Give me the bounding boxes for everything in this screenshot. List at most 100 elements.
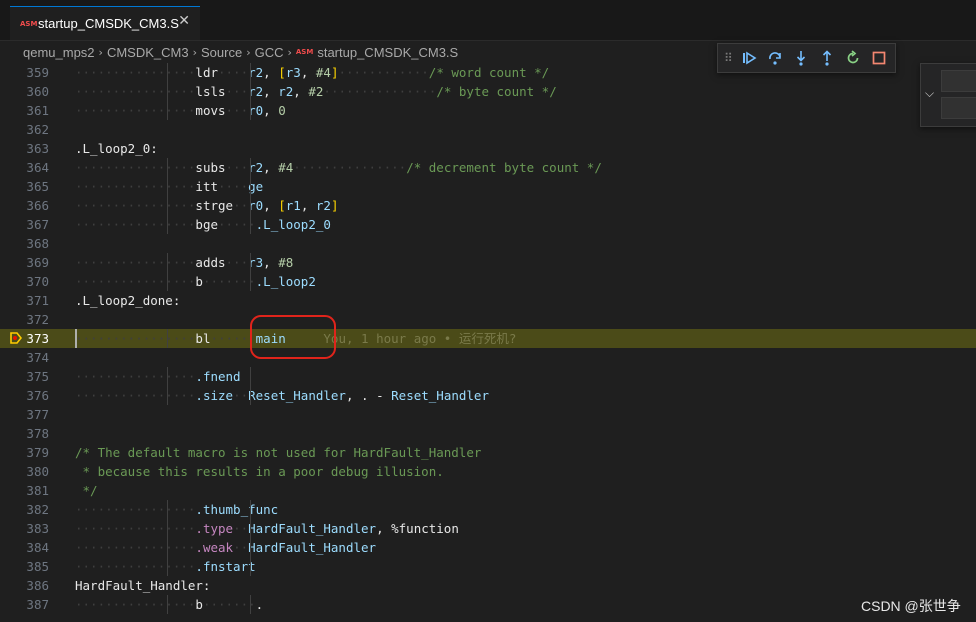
step-over-icon <box>769 52 781 65</box>
code-text: ················.size··Reset_Handler, . … <box>75 388 489 403</box>
code-line[interactable]: 378 <box>0 424 976 443</box>
line-number[interactable]: 376 <box>0 386 49 405</box>
code-text: */ <box>75 483 98 498</box>
code-text: ················lsls···r2, r2, #2·······… <box>75 84 557 99</box>
indent-guide <box>250 386 251 405</box>
restart-button[interactable] <box>840 45 866 71</box>
replace-input[interactable] <box>941 97 976 119</box>
code-line[interactable]: 380 * because this results in a poor deb… <box>0 462 976 481</box>
line-number[interactable]: 381 <box>0 481 49 500</box>
watermark: CSDN @张世争 <box>861 598 961 614</box>
code-text: ················b·······.L_loop2 <box>75 274 316 289</box>
line-number[interactable]: 368 <box>0 234 49 253</box>
drag-grip-icon[interactable]: ⠿ <box>724 51 736 65</box>
line-number[interactable]: 362 <box>0 120 49 139</box>
line-number[interactable]: 366 <box>0 196 49 215</box>
indent-guide <box>250 82 251 101</box>
code-line[interactable]: 369 ················adds···r3, #8 <box>0 253 976 272</box>
code-line[interactable]: 376 ················.size··Reset_Handler,… <box>0 386 976 405</box>
find-input[interactable] <box>941 70 976 92</box>
indent-guide <box>250 158 251 177</box>
close-icon[interactable]: ✕ <box>178 13 190 29</box>
continue-button[interactable] <box>736 45 762 71</box>
line-number[interactable]: 383 <box>0 519 49 538</box>
code-line[interactable]: 365 ················itt····ge <box>0 177 976 196</box>
code-line[interactable]: 382 ················.thumb_func <box>0 500 976 519</box>
code-text: .L_loop2_done: <box>75 293 181 308</box>
code-text: ················b·······. <box>75 597 264 612</box>
find-widget: ⌵ <box>920 63 976 127</box>
code-line[interactable]: 368 <box>0 234 976 253</box>
line-number[interactable]: 360 <box>0 82 49 101</box>
line-number[interactable]: 375 <box>0 367 49 386</box>
line-number[interactable]: 369 <box>0 253 49 272</box>
code-line[interactable]: 362 <box>0 120 976 139</box>
line-number[interactable]: 378 <box>0 424 49 443</box>
line-number[interactable]: 384 <box>0 538 49 557</box>
indent-guide <box>167 253 168 272</box>
line-number[interactable]: 359 <box>0 63 49 82</box>
line-number[interactable]: 386 <box>0 576 49 595</box>
step-over-button[interactable] <box>762 45 788 71</box>
code-text: ················.weak··HardFault_Handler <box>75 540 377 555</box>
code-editor[interactable]: 359 ················ldr····r2, [r3, #4]··… <box>0 63 976 622</box>
debug-toolbar: ⠿ <box>717 43 896 73</box>
code-text: ················adds···r3, #8 <box>75 255 294 270</box>
code-line[interactable]: 370 ················b·······.L_loop2 <box>0 272 976 291</box>
line-number[interactable]: 380 <box>0 462 49 481</box>
code-line[interactable]: 375 ················.fnend <box>0 367 976 386</box>
code-text: HardFault_Handler: <box>75 578 211 593</box>
code-line[interactable]: 381 */ <box>0 481 976 500</box>
code-line[interactable]: 360 ················lsls···r2, r2, #2····… <box>0 82 976 101</box>
line-number[interactable]: 377 <box>0 405 49 424</box>
breadcrumb-item[interactable]: GCC <box>255 45 284 60</box>
line-number[interactable]: 382 <box>0 500 49 519</box>
code-line[interactable]: 364 ················subs···r2, #4········… <box>0 158 976 177</box>
code-line[interactable]: 384 ················.weak··HardFault_Hand… <box>0 538 976 557</box>
breadcrumb-item[interactable]: Source <box>201 45 242 60</box>
line-number[interactable]: 385 <box>0 557 49 576</box>
line-number[interactable]: 367 <box>0 215 49 234</box>
line-number[interactable]: 372 <box>0 310 49 329</box>
code-line[interactable]: 361 ················movs···r0, 0 <box>0 101 976 120</box>
code-text: ················itt····ge <box>75 179 264 194</box>
code-line[interactable]: 367 ················bge·····.L_loop2_0 <box>0 215 976 234</box>
line-number[interactable]: 364 <box>0 158 49 177</box>
line-number[interactable]: 363 <box>0 139 49 158</box>
code-line[interactable]: 371 .L_loop2_done: <box>0 291 976 310</box>
code-line[interactable]: 373 ················bl······main You, 1 h… <box>0 329 976 348</box>
indent-guide <box>250 557 251 576</box>
breadcrumb-file[interactable]: startup_CMSDK_CM3.S <box>317 45 458 60</box>
line-number[interactable]: 379 <box>0 443 49 462</box>
code-line[interactable]: 386 HardFault_Handler: <box>0 576 976 595</box>
line-number[interactable]: 361 <box>0 101 49 120</box>
code-text: .L_loop2_0: <box>75 141 158 156</box>
code-line[interactable]: 372 <box>0 310 976 329</box>
line-number[interactable]: 370 <box>0 272 49 291</box>
line-number[interactable]: 387 <box>0 595 49 614</box>
code-line[interactable]: 366 ················strge··r0, [r1, r2] <box>0 196 976 215</box>
code-line[interactable]: 383 ················.type··HardFault_Hand… <box>0 519 976 538</box>
line-number[interactable]: 373 <box>0 329 49 348</box>
chevron-down-icon[interactable]: ⌵ <box>925 86 934 101</box>
tab-bar: ASM startup_CMSDK_CM3.S ✕ <box>0 0 976 41</box>
code-line[interactable]: 374 <box>0 348 976 367</box>
code-line[interactable]: 385 ················.fnstart <box>0 557 976 576</box>
tab-startup-file[interactable]: ASM startup_CMSDK_CM3.S ✕ <box>10 6 200 40</box>
indent-guide <box>167 329 168 348</box>
code-line[interactable]: 377 <box>0 405 976 424</box>
breakpoint-arrow-icon[interactable] <box>10 332 22 344</box>
code-line[interactable]: 387 ················b·······. <box>0 595 976 614</box>
indent-guide <box>250 367 251 386</box>
code-line[interactable]: 379 /* The default macro is not used for … <box>0 443 976 462</box>
line-number[interactable]: 371 <box>0 291 49 310</box>
step-into-button[interactable] <box>788 45 814 71</box>
indent-guide <box>167 519 168 538</box>
line-number[interactable]: 374 <box>0 348 49 367</box>
step-out-button[interactable] <box>814 45 840 71</box>
line-number[interactable]: 365 <box>0 177 49 196</box>
stop-button[interactable] <box>866 45 892 71</box>
breadcrumb-item[interactable]: CMSDK_CM3 <box>107 45 189 60</box>
breadcrumb-item[interactable]: qemu_mps2 <box>23 45 95 60</box>
code-line[interactable]: 363 .L_loop2_0: <box>0 139 976 158</box>
